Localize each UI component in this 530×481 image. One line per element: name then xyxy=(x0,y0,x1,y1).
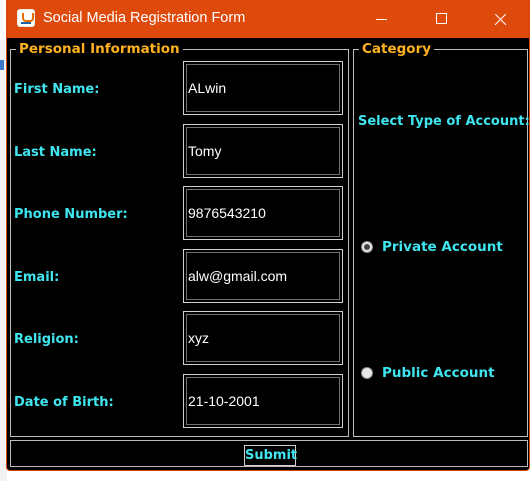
last-name-field-border xyxy=(183,124,343,178)
first-name-field-border xyxy=(183,61,343,115)
desktop-edge-mark xyxy=(0,60,4,70)
last-name-input[interactable] xyxy=(186,127,340,175)
close-button[interactable] xyxy=(477,0,523,38)
last-name-label: Last Name: xyxy=(14,145,97,160)
religion-label: Religion: xyxy=(14,332,79,347)
private-account-option[interactable]: Private Account xyxy=(361,239,503,255)
phone-number-label: Phone Number: xyxy=(14,207,128,222)
email-label: Email: xyxy=(14,270,60,285)
category-legend: Category xyxy=(362,41,432,57)
public-account-option[interactable]: Public Account xyxy=(361,365,495,381)
public-account-radio[interactable] xyxy=(361,367,373,379)
religion-field-border xyxy=(183,311,343,365)
window-title: Social Media Registration Form xyxy=(43,10,246,26)
private-account-label: Private Account xyxy=(382,239,503,255)
email-input[interactable] xyxy=(186,252,340,300)
registration-window: Social Media Registration Form Personal … xyxy=(6,0,530,471)
first-name-input[interactable] xyxy=(186,64,340,112)
public-account-label: Public Account xyxy=(382,365,495,381)
private-account-radio[interactable] xyxy=(361,241,373,253)
date-of-birth-field-border xyxy=(183,374,343,428)
first-name-label: First Name: xyxy=(14,82,100,97)
minimize-button[interactable] xyxy=(359,0,405,38)
date-of-birth-input[interactable] xyxy=(186,377,340,425)
account-type-label: Select Type of Account: xyxy=(358,114,530,129)
personal-information-legend: Personal Information xyxy=(19,41,180,57)
date-of-birth-label: Date of Birth: xyxy=(14,395,114,410)
religion-input[interactable] xyxy=(186,314,340,362)
title-bar[interactable]: Social Media Registration Form xyxy=(7,0,529,38)
java-app-icon xyxy=(17,9,35,27)
phone-number-field-border xyxy=(183,186,343,240)
phone-number-input[interactable] xyxy=(186,189,340,237)
maximize-button[interactable] xyxy=(419,0,465,38)
email-field-border xyxy=(183,249,343,303)
submit-button[interactable]: Submit xyxy=(244,445,297,466)
